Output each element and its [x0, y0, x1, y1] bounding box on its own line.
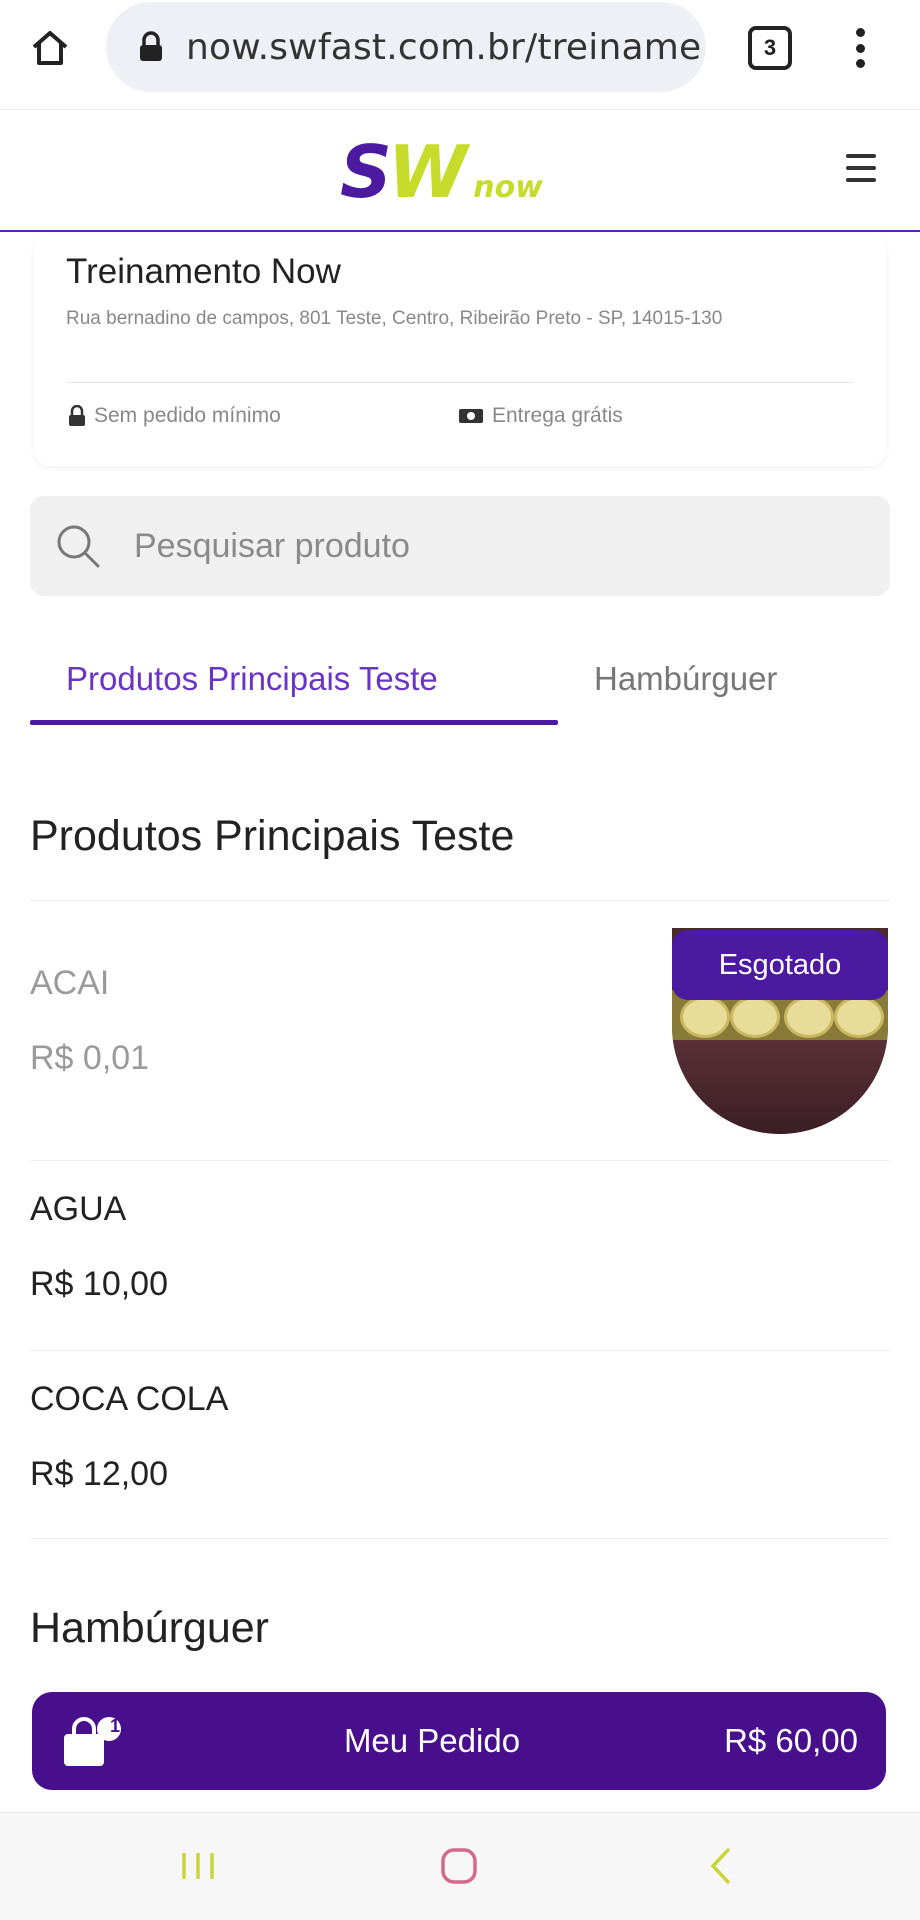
store-address: Rua bernadino de campos, 801 Teste, Cent…: [66, 308, 723, 329]
sold-out-badge: Esgotado: [672, 930, 888, 1000]
store-name: Treinamento Now: [66, 252, 341, 291]
section-title: Produtos Principais Teste: [30, 812, 515, 860]
browser-toolbar: now.swfast.com.br/treiname 3: [0, 0, 920, 110]
site-header: SW now: [0, 110, 920, 232]
tab-count: 3: [763, 35, 777, 60]
active-tab-indicator: [30, 720, 558, 725]
min-order-info: Sem pedido mínimo: [68, 404, 281, 428]
product-name: AGUA: [30, 1190, 127, 1228]
recent-apps-icon[interactable]: [176, 1841, 220, 1891]
order-label: Meu Pedido: [343, 1722, 521, 1759]
order-total: R$ 60,00: [724, 1722, 858, 1759]
my-order-button[interactable]: 1 Meu Pedido R$ 60,00: [32, 1692, 886, 1790]
store-card: Treinamento Now Rua bernadino de campos,…: [34, 234, 886, 466]
delivery-info: Entrega grátis: [458, 404, 623, 428]
section-title: Hambúrguer: [30, 1604, 269, 1652]
home-nav-icon[interactable]: [434, 1841, 484, 1891]
product-name: COCA COLA: [30, 1380, 229, 1418]
url-text: now.swfast.com.br/treiname: [186, 26, 702, 68]
divider: [30, 900, 890, 901]
divider: [66, 382, 854, 383]
tabs-icon[interactable]: 3: [748, 26, 792, 70]
product-item-coca-cola[interactable]: COCA COLA R$ 12,00: [30, 1380, 890, 1494]
divider: [30, 1350, 890, 1351]
padlock-icon: [68, 405, 86, 427]
min-order-text: Sem pedido mínimo: [94, 404, 281, 427]
product-item-agua[interactable]: AGUA R$ 10,00: [30, 1190, 890, 1304]
tab-hamburguer[interactable]: Hambúrguer: [594, 660, 777, 698]
system-nav-bar: [0, 1812, 920, 1920]
overflow-menu-icon[interactable]: [844, 22, 876, 74]
lock-icon: [136, 27, 166, 67]
hamburger-menu-icon[interactable]: [846, 154, 876, 182]
divider: [30, 1160, 890, 1161]
logo-now: now: [473, 170, 543, 205]
search-bar[interactable]: [30, 496, 890, 596]
home-icon[interactable]: [26, 24, 74, 72]
search-input[interactable]: [134, 526, 814, 566]
back-icon[interactable]: [700, 1841, 740, 1891]
tab-produtos-principais[interactable]: Produtos Principais Teste: [66, 660, 438, 698]
search-icon: [52, 520, 104, 572]
money-icon: [458, 407, 484, 425]
product-price: R$ 10,00: [30, 1265, 168, 1303]
delivery-text: Entrega grátis: [492, 404, 623, 427]
product-price: R$ 12,00: [30, 1455, 168, 1493]
divider: [30, 1538, 890, 1539]
category-tabs: Produtos Principais Teste Hambúrguer: [30, 650, 890, 730]
logo[interactable]: SW now: [340, 136, 543, 208]
logo-letter-s: S: [340, 130, 392, 214]
logo-letter-w: W: [387, 130, 467, 214]
address-bar[interactable]: now.swfast.com.br/treiname: [106, 2, 706, 92]
